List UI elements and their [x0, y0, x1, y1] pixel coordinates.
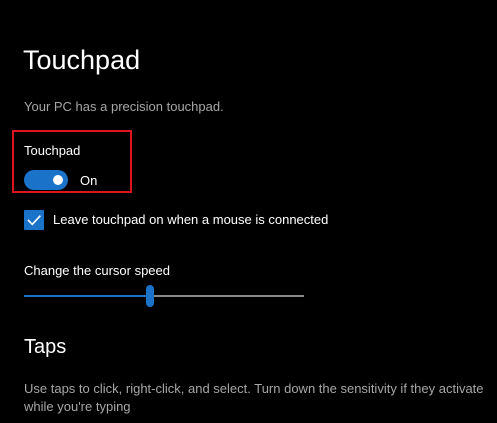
checkmark-icon — [27, 215, 41, 226]
touchpad-toggle-state: On — [80, 173, 98, 188]
leave-touchpad-on-label: Leave touchpad on when a mouse is connec… — [53, 212, 329, 227]
leave-touchpad-on-checkbox[interactable] — [24, 210, 44, 230]
touchpad-status-text: Your PC has a precision touchpad. — [24, 99, 224, 114]
slider-track-fill — [24, 295, 150, 297]
taps-description: Use taps to click, right-click, and sele… — [24, 381, 484, 414]
touchpad-toggle-label: Touchpad — [24, 143, 81, 158]
cursor-speed-label: Change the cursor speed — [24, 263, 170, 278]
touchpad-toggle-switch[interactable] — [24, 170, 68, 190]
cursor-speed-slider[interactable] — [24, 284, 304, 308]
taps-section-title: Taps — [24, 336, 67, 358]
slider-thumb[interactable] — [146, 285, 154, 307]
page-title: Touchpad — [23, 45, 141, 75]
toggle-knob — [53, 175, 63, 185]
